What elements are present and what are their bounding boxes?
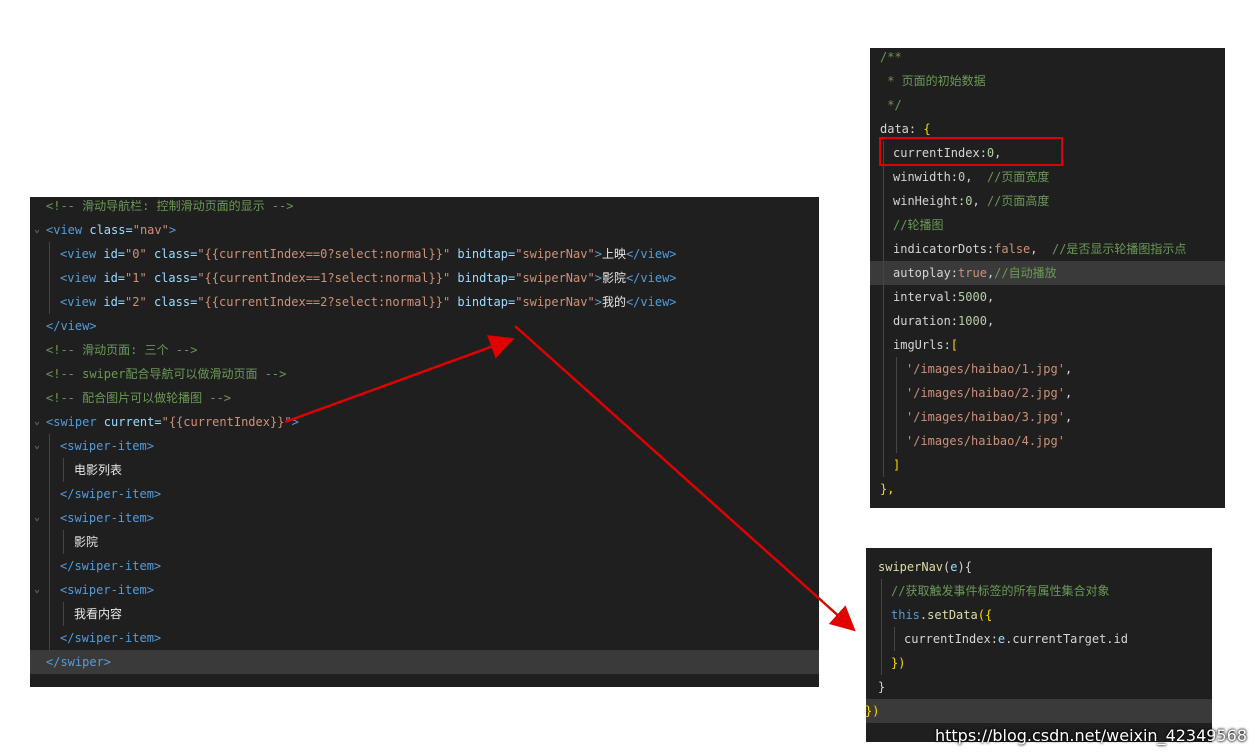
annotation-arrows [284, 325, 856, 632]
arrow-to-swipernav [514, 325, 856, 632]
watermark-text: https://blog.csdn.net/weixin_42349568 [934, 726, 1247, 745]
arrow-to-nav [284, 335, 515, 424]
